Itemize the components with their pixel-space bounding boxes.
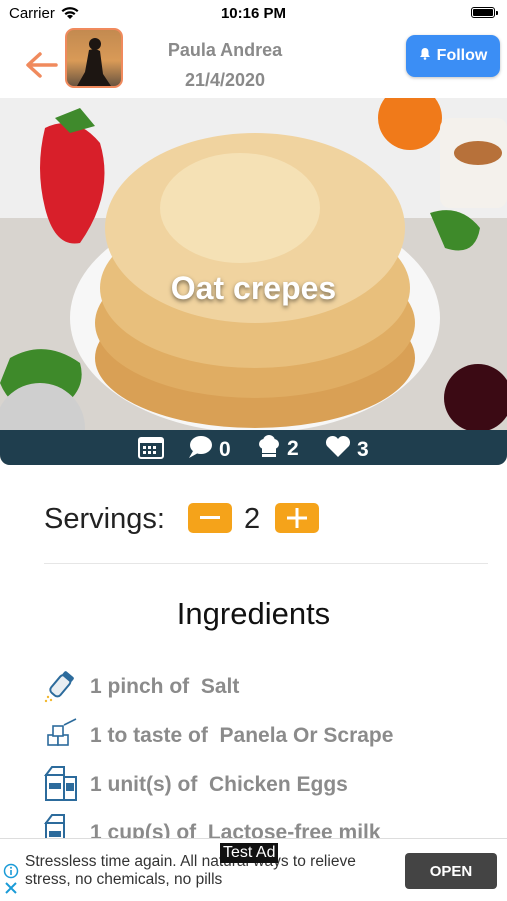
ad-banner[interactable]: Stressless time again. All natural ways … <box>0 838 507 901</box>
follow-button[interactable]: Follow <box>406 35 500 77</box>
ingredient-item[interactable]: 1 unit(s) of Chicken Eggs <box>42 765 348 805</box>
avatar[interactable] <box>65 28 123 88</box>
status-bar: Carrier 10:16 PM <box>0 0 507 28</box>
ingredient-text: 1 to taste of Panela Or Scrape <box>90 724 394 747</box>
back-arrow-icon[interactable] <box>22 45 62 85</box>
likes-count: 3 <box>357 437 369 461</box>
close-icon[interactable] <box>4 881 18 900</box>
ingredient-text: 1 pinch of Salt <box>90 675 240 698</box>
ingredient-item[interactable]: 1 pinch of Salt <box>42 667 239 707</box>
sugar-cubes-icon <box>42 715 80 758</box>
comment-icon <box>187 435 213 465</box>
divider <box>44 563 488 564</box>
recipe-stats-bar: 0 2 3 <box>0 430 507 465</box>
clock: 10:16 PM <box>220 5 287 22</box>
increase-servings-button[interactable] <box>275 503 319 533</box>
ingredient-item[interactable]: 1 to taste of Panela Or Scrape <box>42 716 393 756</box>
post-date: 21/4/2020 <box>184 70 266 90</box>
recipe-title: Oat crepes <box>170 270 337 306</box>
comments-stat[interactable]: 0 <box>187 435 231 465</box>
calendar-icon[interactable] <box>138 435 164 459</box>
test-ad-badge: Test Ad <box>220 843 279 863</box>
ingredients-heading: Ingredients <box>176 596 331 631</box>
likes-stat[interactable]: 3 <box>325 435 369 464</box>
salt-shaker-icon <box>42 666 80 709</box>
ingredient-text: 1 unit(s) of Chicken Eggs <box>90 773 348 796</box>
decrease-servings-button[interactable] <box>188 503 232 533</box>
ad-text[interactable]: Stressless time again. All natural ways … <box>25 853 395 889</box>
author-name[interactable]: Paula Andrea <box>140 40 310 61</box>
battery-icon <box>471 7 498 18</box>
ad-open-button[interactable]: OPEN <box>405 853 497 889</box>
carton-icon <box>42 763 80 808</box>
servings-count: 2 <box>244 503 261 535</box>
follow-label: Follow <box>436 47 488 64</box>
chef-hat-icon <box>257 435 281 463</box>
servings-label: Servings: <box>44 503 165 535</box>
bell-icon <box>419 47 431 65</box>
chefs-stat[interactable]: 2 <box>257 435 299 463</box>
heart-icon <box>325 435 351 464</box>
chefs-count: 2 <box>287 437 299 460</box>
comments-count: 0 <box>219 438 231 461</box>
